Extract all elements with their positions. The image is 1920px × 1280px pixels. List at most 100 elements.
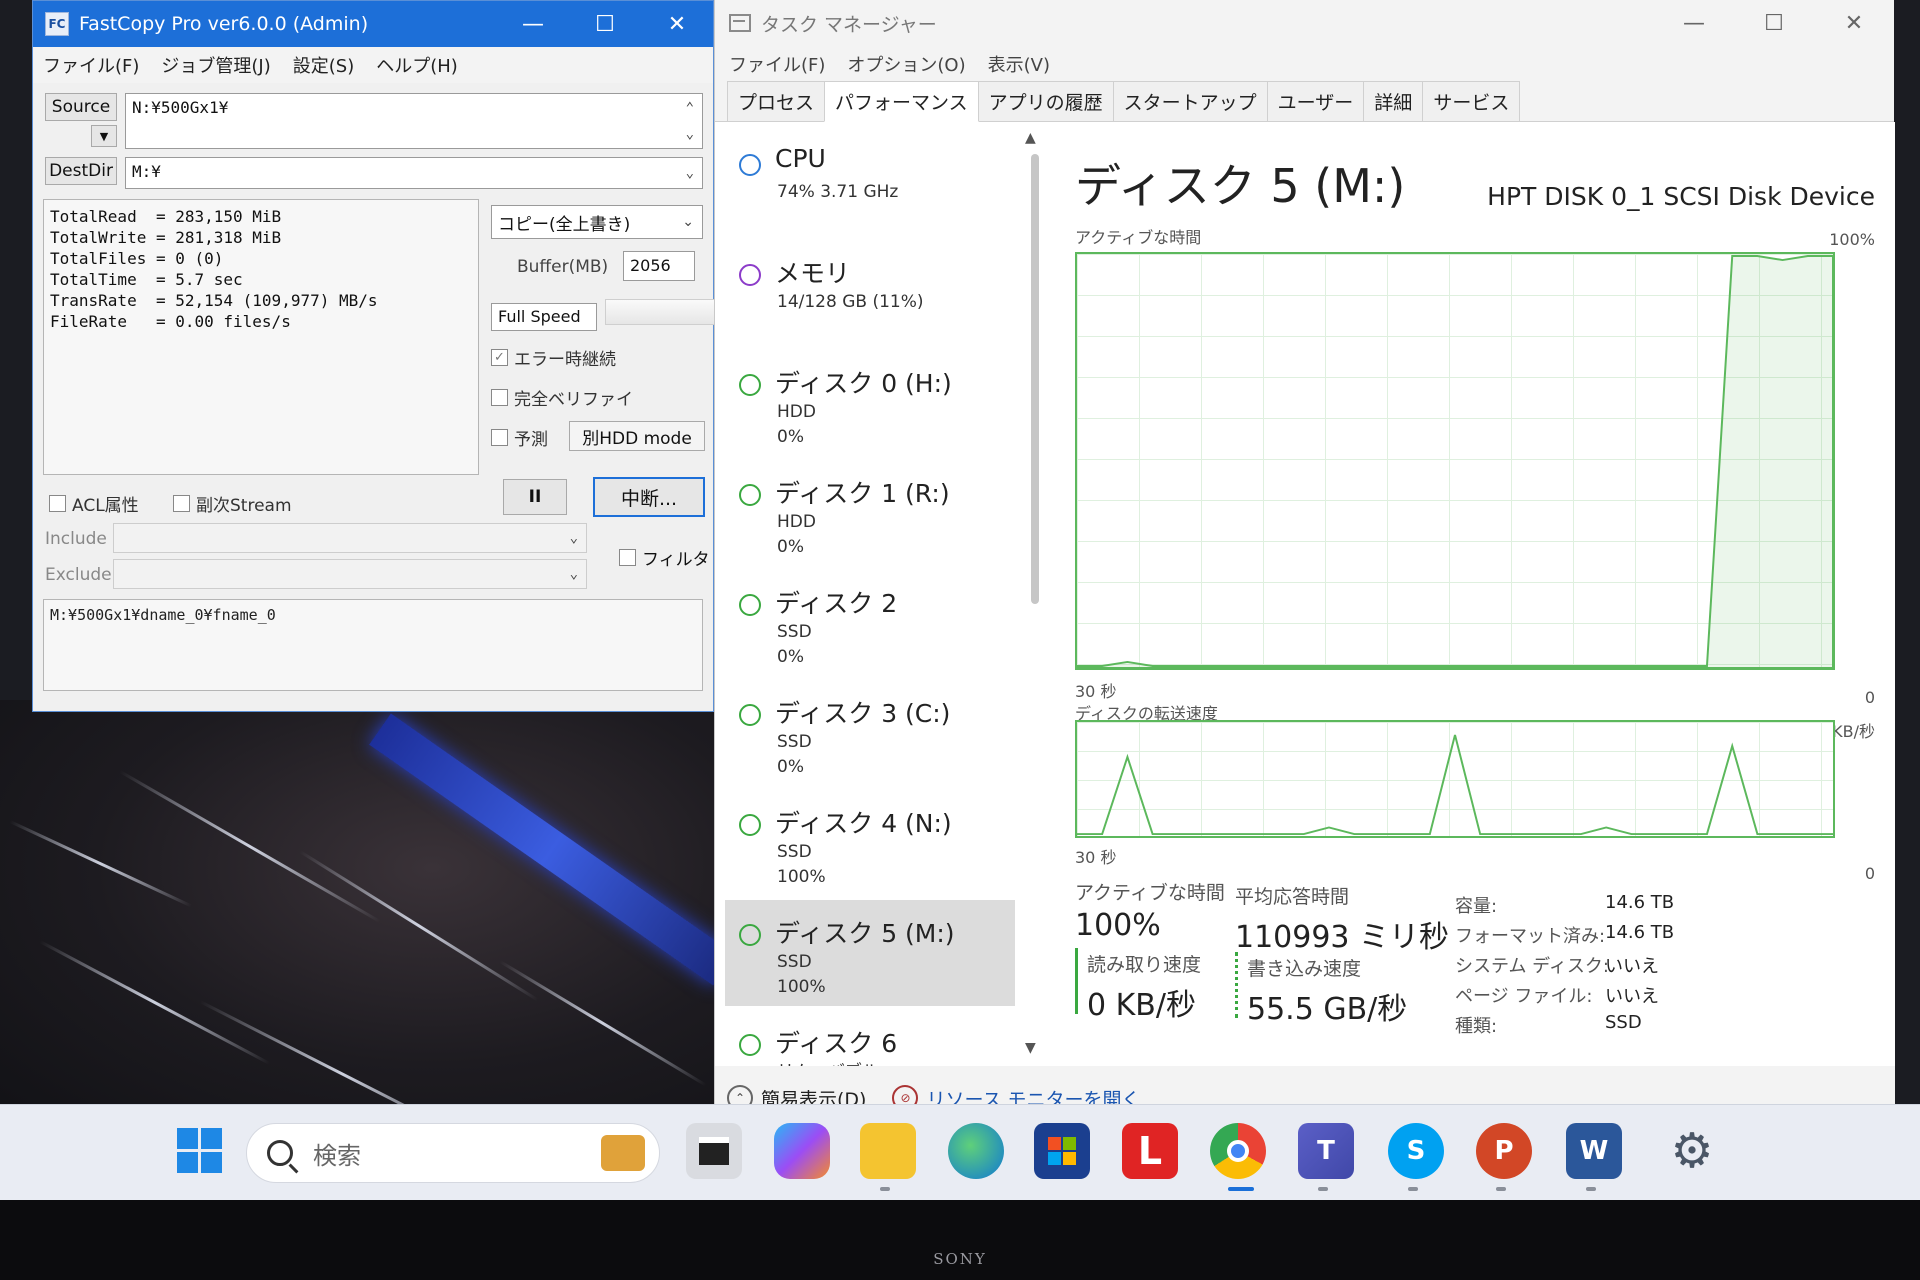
search-box[interactable]: 検索 xyxy=(246,1123,660,1183)
sidebar-item-subtitle: SSD 0% xyxy=(777,730,812,780)
word-icon[interactable]: W xyxy=(1566,1123,1622,1179)
maximize-icon[interactable]: ☐ xyxy=(569,1,641,47)
scrollbar-thumb[interactable] xyxy=(1031,154,1039,604)
settings-icon[interactable]: ⚙ xyxy=(1664,1123,1720,1179)
sidebar-item-usage: 100% xyxy=(777,977,826,997)
sidebar-scrollbar[interactable]: ▲ ▼ xyxy=(1023,130,1045,1056)
filter-checkbox[interactable]: フィルタ xyxy=(619,545,710,570)
sidebar-item-5[interactable]: ディスク 3 (C:) SSD 0% xyxy=(725,680,1015,786)
powerpoint-icon[interactable]: P xyxy=(1476,1123,1532,1179)
menu-file[interactable]: ファイル(F) xyxy=(43,52,139,78)
include-input[interactable]: ⌄ xyxy=(113,523,587,553)
acl-label: ACL属性 xyxy=(72,496,139,516)
disk-title: ディスク 5 (M:) xyxy=(1075,159,1406,213)
sidebar-item-title: ディスク 1 (R:) xyxy=(775,479,950,508)
menu-settings[interactable]: 設定(S) xyxy=(293,52,354,78)
chevron-down-icon[interactable]: ⌄ xyxy=(686,165,694,181)
resource-indicator-icon xyxy=(739,1034,761,1056)
sidebar-item-4[interactable]: ディスク 2 SSD 0% xyxy=(725,570,1015,676)
error-continue-checkbox[interactable]: ✓ エラー時継続 xyxy=(491,345,616,370)
sidebar-item-3[interactable]: ディスク 1 (R:) HDD 0% xyxy=(725,460,1015,566)
fastcopy-titlebar[interactable]: FC FastCopy Pro ver6.0.0 (Admin) — ☐ ✕ xyxy=(33,1,713,47)
checkbox-icon xyxy=(619,549,636,566)
sidebar-item-6[interactable]: ディスク 4 (N:) SSD 100% xyxy=(725,790,1015,896)
sidebar-item-title: メモリ xyxy=(775,259,851,288)
close-icon[interactable]: ✕ xyxy=(641,1,713,47)
search-icon xyxy=(267,1140,293,1166)
scroll-down-icon[interactable]: ▼ xyxy=(1025,1040,1036,1056)
checkbox-icon xyxy=(491,389,508,406)
scroll-up-icon[interactable]: ▲ xyxy=(1025,130,1036,146)
source-path-field[interactable]: N:¥500Gx1¥ ⌃ ⌄ xyxy=(125,93,703,149)
sidebar-item-type: HDD xyxy=(777,402,816,422)
destdir-path-field[interactable]: M:¥ ⌄ xyxy=(125,157,703,189)
destdir-path-value: M:¥ xyxy=(132,162,161,181)
estimate-checkbox[interactable]: 予測 xyxy=(491,425,548,450)
acl-checkbox[interactable]: ACL属性 xyxy=(49,491,139,516)
file-explorer-icon[interactable] xyxy=(860,1123,916,1179)
copy-mode-select[interactable]: コピー(全上書き) ⌄ xyxy=(491,205,703,239)
task-manager-tabs: プロセス パフォーマンス アプリの履歴 スタートアップ ユーザー 詳細 サービス xyxy=(715,81,1894,122)
sidebar-item-type: SSD xyxy=(777,952,812,972)
speed-slider-track[interactable] xyxy=(605,299,723,325)
tab-app-history[interactable]: アプリの履歴 xyxy=(977,81,1114,121)
tm-menu-options[interactable]: オプション(O) xyxy=(847,51,965,77)
skype-icon[interactable]: S xyxy=(1388,1123,1444,1179)
tab-startup[interactable]: スタートアップ xyxy=(1112,81,1268,121)
sidebar-item-title: ディスク 6 xyxy=(775,1029,898,1058)
checkbox-icon xyxy=(491,429,508,446)
fastcopy-window: FC FastCopy Pro ver6.0.0 (Admin) — ☐ ✕ フ… xyxy=(32,0,731,712)
wallpaper-light-streak xyxy=(39,940,271,1065)
scroll-down-icon[interactable]: ⌄ xyxy=(686,126,694,142)
buffer-input[interactable]: 2056 xyxy=(623,251,695,281)
tab-processes[interactable]: プロセス xyxy=(727,81,826,121)
verify-checkbox[interactable]: 完全ベリファイ xyxy=(491,385,633,410)
read-speed-value: 0 KB/秒 xyxy=(1087,988,1196,1023)
tm-menu-file[interactable]: ファイル(F) xyxy=(729,51,825,77)
teams-icon[interactable]: T xyxy=(1298,1123,1354,1179)
scroll-up-icon[interactable]: ⌃ xyxy=(686,100,694,116)
sidebar-item-1[interactable]: メモリ 14/128 GB (11%) xyxy=(725,240,1015,346)
sidebar-item-0[interactable]: CPU 74% 3.71 GHz xyxy=(725,130,1015,236)
close-icon[interactable]: ✕ xyxy=(1814,0,1894,46)
edge-icon[interactable] xyxy=(948,1123,1004,1179)
chrome-icon[interactable] xyxy=(1210,1123,1266,1179)
l-app-icon[interactable]: L xyxy=(1122,1123,1178,1179)
destdir-button[interactable]: DestDir xyxy=(45,157,117,185)
tab-users[interactable]: ユーザー xyxy=(1266,81,1365,121)
active-graph-label: アクティブな時間 xyxy=(1075,228,1202,247)
maximize-icon[interactable]: ☐ xyxy=(1734,0,1814,46)
minimize-icon[interactable]: — xyxy=(1654,0,1734,46)
source-button[interactable]: Source xyxy=(45,93,117,121)
exclude-input[interactable]: ⌄ xyxy=(113,559,587,589)
pause-button[interactable]: II xyxy=(503,479,567,515)
property-key: 容量: xyxy=(1455,896,1498,917)
minimize-icon[interactable]: — xyxy=(497,1,569,47)
tm-menu-view[interactable]: 表示(V) xyxy=(988,51,1050,77)
store-icon[interactable] xyxy=(1034,1123,1090,1179)
active-time-graph-canvas xyxy=(1077,254,1833,668)
tab-services[interactable]: サービス xyxy=(1422,81,1521,121)
copilot-icon[interactable] xyxy=(774,1123,830,1179)
cancel-button[interactable]: 中断... xyxy=(593,477,705,517)
stream-checkbox[interactable]: 副次Stream xyxy=(173,491,292,516)
sidebar-item-2[interactable]: ディスク 0 (H:) HDD 0% xyxy=(725,350,1015,456)
tab-performance[interactable]: パフォーマンス xyxy=(824,81,979,122)
tab-details[interactable]: 詳細 xyxy=(1363,81,1424,121)
task-manager-title: タスク マネージャー xyxy=(761,13,937,36)
read-speed-label: 読み取り速度 xyxy=(1087,954,1202,976)
menu-help[interactable]: ヘルプ(H) xyxy=(376,52,458,78)
filter-label: フィルタ xyxy=(642,550,710,570)
source-history-dropdown[interactable]: ▼ xyxy=(91,125,117,147)
wallpaper-light-streak xyxy=(299,850,539,1002)
briefcase-icon[interactable] xyxy=(601,1135,645,1171)
start-icon[interactable] xyxy=(172,1123,228,1179)
menu-job[interactable]: ジョブ管理(J) xyxy=(161,52,270,78)
monitor-brand: SONY xyxy=(933,1250,987,1268)
task-view-icon[interactable] xyxy=(686,1123,742,1179)
sidebar-item-7[interactable]: ディスク 5 (M:) SSD 100% xyxy=(725,900,1015,1006)
hdd-mode-button[interactable]: 別HDD mode xyxy=(569,421,705,451)
task-manager-titlebar[interactable]: タスク マネージャー — ☐ ✕ xyxy=(715,0,1894,46)
transfer-rate-graph-canvas xyxy=(1077,734,1833,836)
resource-indicator-icon xyxy=(739,704,761,726)
